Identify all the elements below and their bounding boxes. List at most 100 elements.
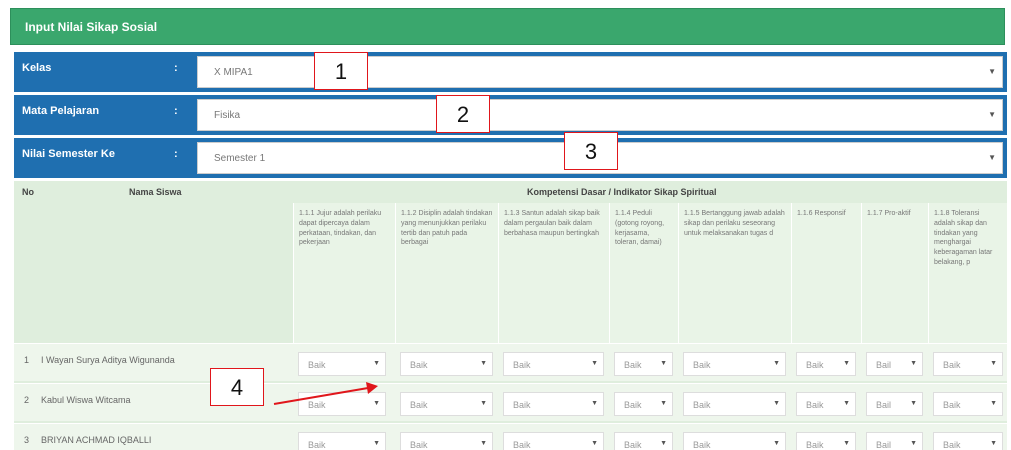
kelas-label: Kelas	[22, 62, 52, 74]
caret-down-icon: ▼	[910, 360, 917, 367]
grade-select[interactable]: Baik ▼	[400, 432, 493, 450]
grade-value: Baik	[410, 440, 428, 450]
caret-down-icon: ▼	[480, 400, 487, 407]
caret-down-icon: ▼	[591, 400, 598, 407]
nilai-table: No Nama Siswa Kompetensi Dasar / Indikat…	[14, 181, 1007, 450]
grade-value: Baik	[624, 440, 642, 450]
grade-select[interactable]: Baik ▼	[400, 392, 493, 416]
grade-value: Bail	[876, 360, 892, 370]
grade-select[interactable]: Baik ▼	[503, 352, 604, 376]
caret-down-icon: ▼	[843, 440, 850, 447]
caret-down-icon: ▼	[591, 440, 598, 447]
table-row: 1 I Wayan Surya Aditya Wigunanda Baik ▼ B…	[14, 343, 1007, 381]
grade-value: Baik	[410, 360, 428, 370]
grade-select[interactable]: Baik ▼	[503, 392, 604, 416]
grade-select[interactable]: Baik ▼	[683, 392, 786, 416]
caret-down-icon: ▼	[910, 440, 917, 447]
col-no-header: No	[22, 187, 34, 197]
grade-select[interactable]: Bail ▼	[866, 352, 923, 376]
student-name: BRIYAN ACHMAD IQBALLI	[41, 435, 152, 445]
grade-value: Baik	[693, 440, 711, 450]
semester-row: Nilai Semester Ke : Semester 1 ▼	[14, 138, 1007, 178]
caret-down-icon: ▼	[773, 400, 780, 407]
student-name: Kabul Wiswa Witcama	[41, 395, 131, 405]
caret-down-icon: ▼	[660, 440, 667, 447]
caret-down-icon: ▼	[773, 440, 780, 447]
grade-value: Baik	[943, 360, 961, 370]
grade-select[interactable]: Bail ▼	[866, 432, 923, 450]
grade-select[interactable]: Bail ▼	[866, 392, 923, 416]
callout-3: 3	[564, 132, 618, 170]
grade-value: Baik	[308, 360, 326, 370]
caret-down-icon: ▼	[660, 400, 667, 407]
grade-select[interactable]: Baik ▼	[683, 352, 786, 376]
table-row: 3 BRIYAN ACHMAD IQBALLI Baik ▼ Baik ▼ Baik…	[14, 423, 1007, 450]
col-kd-header: Kompetensi Dasar / Indikator Sikap Spiri…	[527, 187, 717, 197]
caret-down-icon: ▼	[988, 153, 996, 162]
grade-select[interactable]: Baik ▼	[298, 352, 386, 376]
grade-value: Baik	[624, 400, 642, 410]
grade-select[interactable]: Baik ▼	[796, 432, 856, 450]
caret-down-icon: ▼	[480, 360, 487, 367]
grade-select[interactable]: Baik ▼	[683, 432, 786, 450]
grade-select[interactable]: Baik ▼	[614, 392, 673, 416]
caret-down-icon: ▼	[480, 440, 487, 447]
callout-2: 2	[436, 95, 490, 133]
kd-header-4: 1.1.4 Peduli (gotong royong, kerjasama, …	[609, 203, 678, 343]
caret-down-icon: ▼	[773, 360, 780, 367]
kelas-value: X MIPA1	[214, 67, 253, 78]
caret-down-icon: ▼	[591, 360, 598, 367]
grade-select[interactable]: Baik ▼	[796, 352, 856, 376]
callout-1: 1	[314, 52, 368, 90]
grade-select[interactable]: Baik ▼	[796, 392, 856, 416]
kd-header-3: 1.1.3 Santun adalah sikap baik dalam per…	[498, 203, 609, 343]
grade-value: Baik	[693, 360, 711, 370]
caret-down-icon: ▼	[660, 360, 667, 367]
grade-value: Baik	[513, 440, 531, 450]
mata-pelajaran-row: Mata Pelajaran : Fisika ▼	[14, 95, 1007, 135]
kd-header-1: 1.1.1 Jujur adalah perilaku dapat diperc…	[293, 203, 395, 343]
grade-select[interactable]: Baik ▼	[614, 432, 673, 450]
grade-select[interactable]: Baik ▼	[298, 432, 386, 450]
grade-value: Baik	[513, 400, 531, 410]
grade-select[interactable]: Baik ▼	[400, 352, 493, 376]
mata-pelajaran-label: Mata Pelajaran	[22, 105, 100, 117]
caret-down-icon: ▼	[843, 360, 850, 367]
grade-select[interactable]: Baik ▼	[933, 392, 1003, 416]
grade-select[interactable]: Baik ▼	[933, 432, 1003, 450]
callout-4: 4	[210, 368, 264, 406]
kd-header-5: 1.1.5 Bertanggung jawab adalah sikap dan…	[678, 203, 791, 343]
student-no: 1	[24, 355, 30, 365]
caret-down-icon: ▼	[990, 360, 997, 367]
table-row: 2 Kabul Wiswa Witcama Baik ▼ Baik ▼ Baik ▼ …	[14, 383, 1007, 421]
caret-down-icon: ▼	[843, 400, 850, 407]
grade-value: Baik	[308, 440, 326, 450]
col-name-header: Nama Siswa	[129, 187, 182, 197]
grade-value: Baik	[693, 400, 711, 410]
grade-value: Baik	[943, 440, 961, 450]
grade-value: Baik	[943, 400, 961, 410]
grade-value: Baik	[806, 360, 824, 370]
grade-value: Bail	[876, 440, 892, 450]
caret-down-icon: ▼	[910, 400, 917, 407]
caret-down-icon: ▼	[988, 110, 996, 119]
mata-pelajaran-select[interactable]: Fisika ▼	[197, 99, 1003, 131]
grade-select[interactable]: Baik ▼	[614, 352, 673, 376]
page-title: Input Nilai Sikap Sosial	[10, 8, 1005, 45]
grade-value: Baik	[410, 400, 428, 410]
caret-down-icon: ▼	[990, 400, 997, 407]
kd-header-6: 1.1.6 Responsif	[791, 203, 861, 343]
table-header: No Nama Siswa Kompetensi Dasar / Indikat…	[14, 181, 1007, 199]
grade-value: Baik	[806, 400, 824, 410]
student-no: 2	[24, 395, 30, 405]
grade-value: Bail	[876, 400, 892, 410]
grade-select[interactable]: Baik ▼	[503, 432, 604, 450]
grade-select[interactable]: Baik ▼	[933, 352, 1003, 376]
kd-header-8: 1.1.8 Toleransi adalah sikap dan tindaka…	[928, 203, 1007, 343]
caret-down-icon: ▼	[990, 440, 997, 447]
student-no: 3	[24, 435, 30, 445]
kelas-row: Kelas : X MIPA1 ▼	[14, 52, 1007, 92]
callout-arrow	[273, 382, 378, 405]
mata-pelajaran-colon: :	[174, 105, 178, 117]
grade-value: Baik	[624, 360, 642, 370]
